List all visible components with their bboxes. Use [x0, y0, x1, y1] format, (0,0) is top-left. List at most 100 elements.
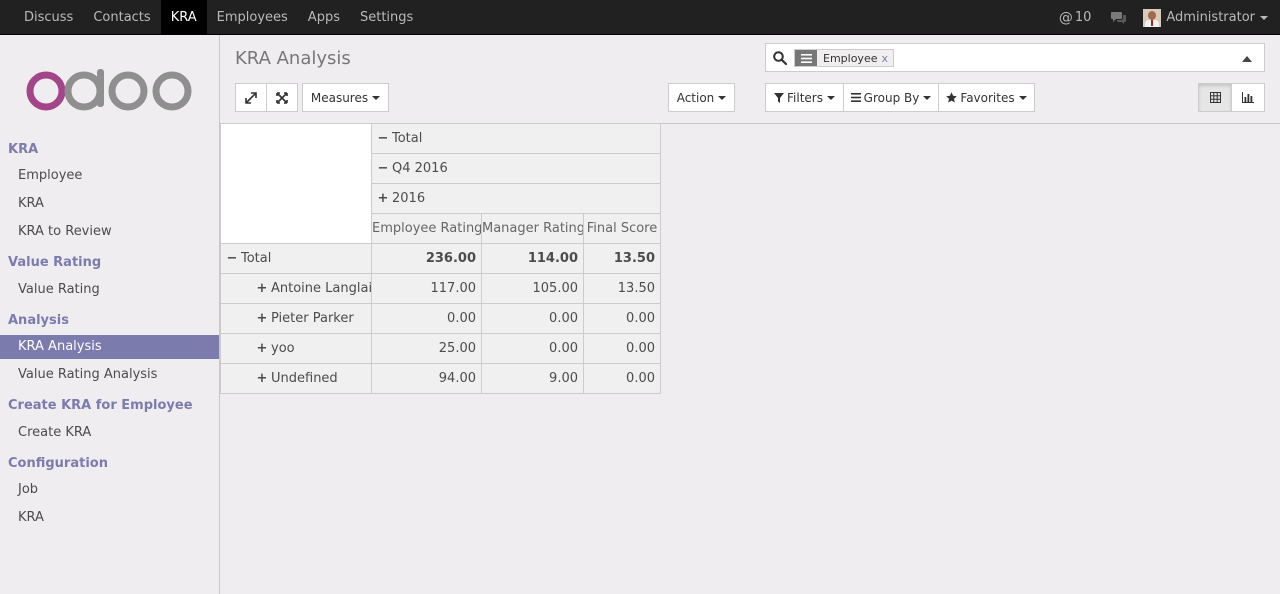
measures-button[interactable]: Measures	[302, 83, 389, 112]
measures-label: Measures	[310, 90, 369, 105]
expand-icon	[245, 91, 257, 104]
nav-employees[interactable]: Employees	[207, 0, 298, 35]
action-button[interactable]: Action	[668, 83, 735, 112]
chat-icon[interactable]	[1111, 11, 1127, 24]
caret-down-icon	[1260, 15, 1268, 20]
nav-apps[interactable]: Apps	[298, 0, 350, 35]
sidebar-item-kra[interactable]: KRA	[0, 192, 219, 216]
user-name: Administrator	[1166, 10, 1255, 25]
table-cell[interactable]: 0.00	[371, 303, 482, 334]
sidebar-item-config-kra[interactable]: KRA	[0, 506, 219, 530]
measure-header-final-score[interactable]: Final Score	[583, 213, 661, 244]
row-header-label: Pieter Parker	[271, 311, 354, 326]
facet-remove-button[interactable]: x	[881, 52, 893, 65]
systray: @ 10 Administrator	[1059, 0, 1268, 35]
nav-discuss[interactable]: Discuss	[14, 0, 83, 35]
page-title: KRA Analysis	[235, 48, 351, 69]
row-header-total[interactable]: − Total	[220, 243, 372, 274]
top-navbar: Discuss Contacts KRA Employees Apps Sett…	[0, 0, 1280, 35]
sidebar-item-kra-to-review[interactable]: KRA to Review	[0, 220, 219, 244]
table-cell[interactable]: 13.50	[583, 243, 661, 274]
col-header-label: Q4 2016	[392, 161, 448, 176]
table-cell[interactable]: 13.50	[583, 273, 661, 304]
table-cell[interactable]: 9.00	[481, 363, 584, 394]
avatar	[1143, 8, 1162, 27]
expand-icon: +	[256, 341, 268, 356]
measure-header-manager-rating[interactable]: Manager Rating	[481, 213, 585, 244]
row-header-antoine-langlais[interactable]: + Antoine Langlais	[220, 273, 379, 304]
search-icon	[773, 51, 787, 65]
sidebar-item-create-kra[interactable]: Create KRA	[0, 421, 219, 445]
odoo-logo[interactable]	[26, 69, 194, 113]
favorites-button[interactable]: Favorites	[938, 83, 1035, 112]
expand-button[interactable]	[235, 83, 267, 112]
user-menu[interactable]: Administrator	[1143, 8, 1268, 27]
pivot-view-button[interactable]	[1198, 83, 1232, 112]
sidebar-item-value-rating[interactable]: Value Rating	[0, 278, 219, 302]
search-bar[interactable]: Employee x	[765, 43, 1265, 72]
row-header-label: Total	[241, 251, 272, 266]
caret-down-icon	[826, 95, 835, 100]
col-header-2016[interactable]: +2016	[371, 183, 661, 214]
sidebar-item-employee[interactable]: Employee	[0, 164, 219, 188]
row-header-label: Antoine Langlais	[271, 281, 379, 296]
section-value-rating: Value Rating	[8, 255, 102, 270]
col-header-q4-2016[interactable]: − Q4 2016	[371, 153, 661, 184]
action-label: Action	[676, 90, 715, 105]
pivot-corner	[220, 123, 372, 244]
section-analysis: Analysis	[8, 313, 69, 328]
table-cell[interactable]: 0.00	[583, 303, 661, 334]
section-kra: KRA	[8, 142, 39, 157]
groupby-label: Group By	[863, 90, 920, 105]
expand-icon: +	[256, 281, 268, 296]
table-cell[interactable]: 0.00	[481, 333, 584, 364]
row-header-pieter-parker[interactable]: + Pieter Parker	[220, 303, 372, 334]
caret-down-icon	[923, 95, 932, 100]
collapse-icon: −	[377, 131, 389, 146]
expand-icon: +	[256, 371, 268, 386]
table-cell[interactable]: 94.00	[371, 363, 482, 394]
groupby-button[interactable]: Group By	[843, 83, 939, 112]
filters-label: Filters	[787, 90, 823, 105]
caret-down-icon	[372, 95, 381, 100]
expand-icon: +	[377, 191, 389, 206]
search-options-toggle[interactable]	[1242, 56, 1252, 62]
table-cell[interactable]: 0.00	[481, 303, 584, 334]
section-create-kra: Create KRA for Employee	[8, 398, 193, 413]
col-header-label: Total	[392, 131, 423, 146]
filter-icon	[774, 92, 784, 103]
table-cell[interactable]: 25.00	[371, 333, 482, 364]
nav-settings[interactable]: Settings	[350, 0, 423, 35]
graph-view-button[interactable]	[1231, 83, 1265, 112]
caret-down-icon	[1018, 95, 1027, 100]
sidebar-item-value-rating-analysis[interactable]: Value Rating Analysis	[0, 363, 219, 387]
facet-value: Employee	[823, 51, 878, 65]
table-cell[interactable]: 114.00	[481, 243, 584, 274]
expand-icon: +	[256, 311, 268, 326]
collapse-icon: −	[377, 161, 389, 176]
favorites-label: Favorites	[960, 90, 1015, 105]
row-header-undefined[interactable]: + Undefined	[220, 363, 372, 394]
row-header-label: yoo	[271, 341, 295, 356]
list-icon	[850, 93, 861, 102]
row-header-yoo[interactable]: + yoo	[220, 333, 372, 364]
filters-button[interactable]: Filters	[765, 83, 844, 112]
star-icon	[946, 92, 958, 103]
mentions-button[interactable]: @ 10	[1059, 10, 1092, 26]
sidebar-item-job[interactable]: Job	[0, 478, 219, 502]
search-facet-groupby[interactable]: Employee x	[794, 49, 894, 67]
nav-contacts[interactable]: Contacts	[83, 0, 160, 35]
arrows-icon	[276, 91, 288, 104]
nav-kra[interactable]: KRA	[160, 0, 207, 35]
col-header-total[interactable]: − Total	[371, 123, 661, 154]
measure-header-employee-rating[interactable]: Employee Rating	[371, 213, 482, 244]
table-cell[interactable]: 105.00	[481, 273, 584, 304]
sidebar: KRA Employee KRA KRA to Review Value Rat…	[0, 35, 220, 594]
table-cell[interactable]: 0.00	[583, 363, 661, 394]
table-cell[interactable]: 236.00	[371, 243, 482, 274]
table-cell[interactable]: 117.00	[371, 273, 482, 304]
row-header-label: Undefined	[271, 371, 338, 386]
table-cell[interactable]: 0.00	[583, 333, 661, 364]
sidebar-item-kra-analysis[interactable]: KRA Analysis	[0, 335, 219, 359]
fullscreen-button[interactable]	[266, 83, 298, 112]
